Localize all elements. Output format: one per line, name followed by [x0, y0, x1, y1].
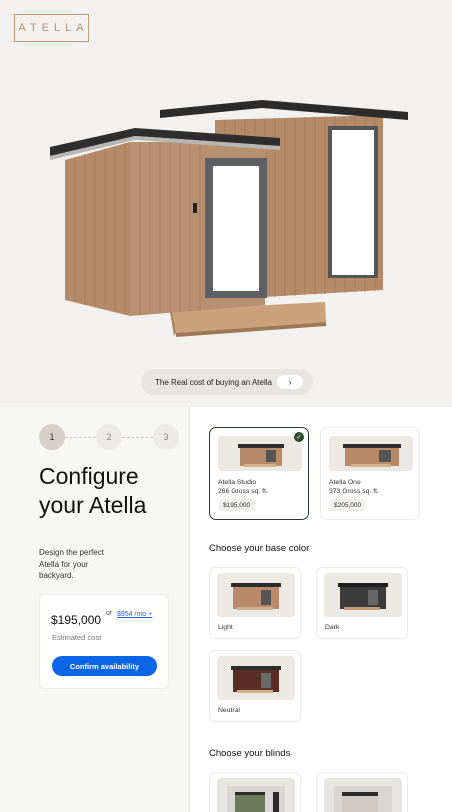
- real-cost-label: The Real cost of buying an Atella: [155, 377, 272, 387]
- color-option-dark[interactable]: Dark: [316, 567, 408, 639]
- model-thumbnail: [329, 436, 413, 471]
- atella-logo[interactable]: ATELLA: [14, 14, 89, 42]
- base-color-heading: Choose your base color: [209, 543, 310, 554]
- color-thumbnail: [324, 573, 402, 617]
- color-label: Neutral: [218, 707, 240, 714]
- color-option-neutral[interactable]: Neutral: [209, 650, 301, 722]
- step-3[interactable]: 3: [153, 424, 179, 450]
- real-cost-link[interactable]: The Real cost of buying an Atella ›: [141, 369, 313, 395]
- blind-option-2[interactable]: [316, 772, 408, 812]
- monthly-price-link[interactable]: $954 /mo +: [117, 610, 157, 620]
- estimated-cost-label: Estimated cost: [52, 633, 102, 642]
- color-thumbnail: [217, 573, 295, 617]
- color-option-light[interactable]: Light: [209, 567, 301, 639]
- model-price-badge: $205,000: [329, 499, 367, 511]
- blinds-heading: Choose your blinds: [209, 748, 291, 759]
- color-label: Dark: [325, 624, 340, 631]
- model-card-atella-one[interactable]: Atella One 373 Gross sq. ft. $205,000: [320, 427, 420, 520]
- stepper: 1 2 3: [39, 424, 181, 450]
- color-label: Light: [218, 624, 233, 631]
- step-1[interactable]: 1: [39, 424, 65, 450]
- page-subtitle: Design the perfect Atella for your backy…: [39, 548, 104, 580]
- configurator-summary-panel: 1 2 3 Configure your Atella Design the p…: [0, 407, 190, 812]
- step-2[interactable]: 2: [96, 424, 122, 450]
- model-price-badge: $195,000: [218, 499, 256, 511]
- model-size: 373 Gross sq. ft.: [329, 488, 379, 495]
- selected-check-icon: ✓: [294, 432, 304, 442]
- blind-thumbnail: [217, 778, 295, 812]
- page-title: Configure your Atella: [39, 463, 147, 518]
- model-name: Atella Studio: [218, 479, 257, 486]
- chevron-right-icon[interactable]: ›: [277, 375, 303, 389]
- options-panel: ✓ Atella Studio 266 Gross sq. ft. $195,0…: [190, 407, 452, 812]
- price-or-label: or: [106, 610, 113, 617]
- model-size: 266 Gross sq. ft.: [218, 488, 268, 495]
- house-render-image: [50, 100, 408, 337]
- model-name: Atella One: [329, 479, 361, 486]
- blind-option-1[interactable]: [209, 772, 301, 812]
- confirm-availability-button[interactable]: Confirm availability: [52, 656, 157, 676]
- blind-thumbnail: [324, 778, 402, 812]
- hero-section: ATELLA The Real cost of buying an Atella…: [0, 0, 452, 407]
- model-thumbnail: [218, 436, 302, 471]
- model-card-atella-studio[interactable]: ✓ Atella Studio 266 Gross sq. ft. $195,0…: [209, 427, 309, 520]
- color-thumbnail: [217, 656, 295, 700]
- price-card: $195,000 or $954 /mo + Estimated cost Co…: [39, 594, 169, 689]
- total-price: $195,000: [51, 613, 102, 627]
